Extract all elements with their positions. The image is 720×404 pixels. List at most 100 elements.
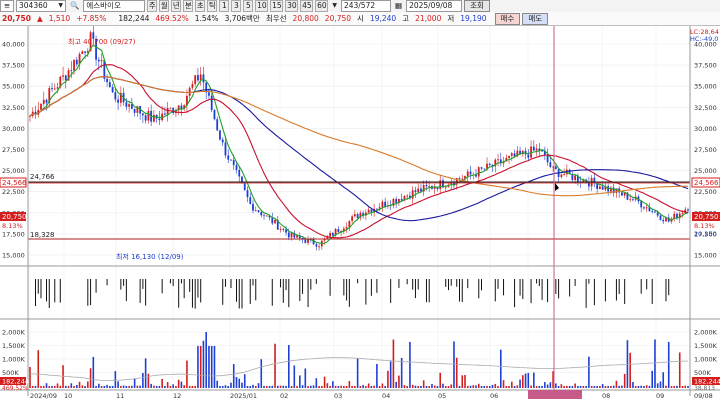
volume-bar bbox=[508, 385, 510, 388]
volume-bar bbox=[301, 385, 304, 388]
candle-body bbox=[219, 130, 221, 140]
candle-body bbox=[274, 219, 276, 224]
volume-bar bbox=[92, 356, 95, 388]
candle-body bbox=[417, 188, 420, 193]
volume-bar bbox=[103, 386, 106, 388]
interval-3[interactable]: 3 bbox=[231, 0, 242, 12]
volume-bar bbox=[524, 373, 527, 388]
volume-bar bbox=[78, 381, 81, 388]
tab-month[interactable]: 월 bbox=[159, 0, 170, 12]
candle-body bbox=[208, 92, 210, 96]
volume-bar bbox=[213, 345, 216, 388]
volume-bar bbox=[687, 385, 689, 388]
candle-body bbox=[651, 211, 654, 212]
volume-bar bbox=[497, 385, 499, 388]
quote-bar: 20,750 ▲ 1,510 +7.85% 182,244 469.52% 1.… bbox=[0, 12, 720, 26]
volume-bar bbox=[684, 385, 687, 388]
menu-icon[interactable]: ≡ bbox=[0, 0, 14, 12]
tab-year[interactable]: 년 bbox=[171, 0, 182, 12]
volume-bar bbox=[230, 382, 232, 388]
candle-body bbox=[681, 213, 684, 214]
volume-bar bbox=[483, 385, 486, 388]
query-button[interactable]: 조회 bbox=[464, 0, 490, 12]
volume-bar bbox=[533, 372, 535, 388]
candle-body bbox=[210, 95, 213, 111]
volume-bar bbox=[166, 382, 169, 388]
interval-60[interactable]: 60 bbox=[315, 0, 329, 12]
volume-bar bbox=[384, 386, 386, 388]
candle-body bbox=[213, 110, 216, 120]
volume-bar bbox=[95, 386, 97, 388]
candle-body bbox=[287, 232, 290, 238]
stock-chart[interactable]: 24,766 18,328 40,000 40,00037,500 37,50035… bbox=[0, 26, 720, 404]
volume-bar bbox=[48, 385, 51, 388]
right-price-tag-text: 20,750 bbox=[694, 213, 719, 221]
interval-45[interactable]: 45 bbox=[300, 0, 314, 12]
stock-name-field[interactable]: 에스바이오 bbox=[83, 0, 146, 12]
volume-bar bbox=[246, 385, 249, 388]
search-icon[interactable]: 🔍 bbox=[68, 1, 81, 11]
volume-bar bbox=[59, 385, 62, 388]
volume-bar bbox=[208, 345, 210, 388]
price-tick-left: 32,500 bbox=[2, 104, 25, 112]
candle-body bbox=[180, 105, 183, 109]
bar-count-field[interactable]: 243/572 bbox=[340, 0, 391, 12]
volume-bar bbox=[164, 385, 166, 388]
volume-bar bbox=[343, 385, 345, 388]
left-pct-text: 8.13% bbox=[2, 222, 23, 230]
volume-bar bbox=[70, 383, 73, 388]
right-bottom-date: 09/08 bbox=[694, 392, 713, 400]
volume-bar bbox=[494, 383, 497, 388]
volume-bar bbox=[593, 385, 596, 388]
date-field[interactable]: 2025/09/08 bbox=[406, 0, 463, 12]
volume-bar bbox=[477, 383, 480, 388]
volume-bar bbox=[637, 385, 640, 388]
interval-30[interactable]: 30 bbox=[285, 0, 299, 12]
candle-body bbox=[527, 154, 530, 158]
tab-tick[interactable]: 틱 bbox=[207, 0, 218, 12]
tab-minute[interactable]: 분 bbox=[183, 0, 194, 12]
candle-body bbox=[114, 92, 117, 100]
stock-code-input[interactable]: 304360 ▼ bbox=[16, 0, 66, 12]
chevron-down-icon[interactable]: ▼ bbox=[58, 1, 63, 11]
calendar-icon[interactable]: ▦ bbox=[393, 1, 404, 11]
volume-bar bbox=[144, 358, 147, 388]
volume-bar bbox=[321, 386, 323, 388]
volume-bar bbox=[76, 384, 78, 388]
volume-bar bbox=[406, 386, 408, 388]
price-tick-right: 37,500 bbox=[694, 62, 717, 70]
volume-bar bbox=[84, 385, 86, 388]
sell-button[interactable]: 매도 bbox=[522, 12, 549, 25]
volume-bar bbox=[337, 386, 340, 388]
buy-button[interactable]: 매수 bbox=[494, 12, 521, 25]
interval-1[interactable]: 1 bbox=[219, 0, 230, 12]
volume-bar bbox=[566, 385, 568, 388]
interval-5[interactable]: 5 bbox=[243, 0, 254, 12]
volume-bar bbox=[544, 382, 546, 388]
volume-bar bbox=[400, 357, 403, 388]
price-tick-right: 30,000 bbox=[694, 125, 717, 133]
volume-tick-left: 1,000K bbox=[2, 356, 26, 364]
volume-bar bbox=[139, 385, 141, 388]
volume-bar bbox=[128, 385, 130, 388]
price-tick-right: 15,000 bbox=[694, 252, 717, 260]
volume-bar bbox=[563, 385, 565, 388]
candle-body bbox=[532, 146, 535, 151]
candle-body bbox=[546, 154, 549, 163]
candle-body bbox=[97, 59, 100, 62]
chevron-down-icon[interactable]: ▼ bbox=[330, 1, 339, 11]
candle-body bbox=[469, 171, 472, 175]
volume-bar bbox=[318, 385, 320, 388]
tab-week[interactable]: 주 bbox=[147, 0, 158, 12]
volume-bar bbox=[227, 385, 230, 388]
volume-bar bbox=[648, 385, 651, 388]
tab-second[interactable]: 초 bbox=[195, 0, 206, 12]
volume-bar bbox=[370, 385, 373, 388]
volume-bar bbox=[659, 381, 662, 388]
candle-body bbox=[125, 102, 128, 107]
interval-10[interactable]: 10 bbox=[255, 0, 269, 12]
candle-body bbox=[263, 215, 265, 217]
volume-bar bbox=[120, 385, 122, 388]
low-label: 저 bbox=[447, 13, 455, 23]
interval-15[interactable]: 15 bbox=[270, 0, 284, 12]
